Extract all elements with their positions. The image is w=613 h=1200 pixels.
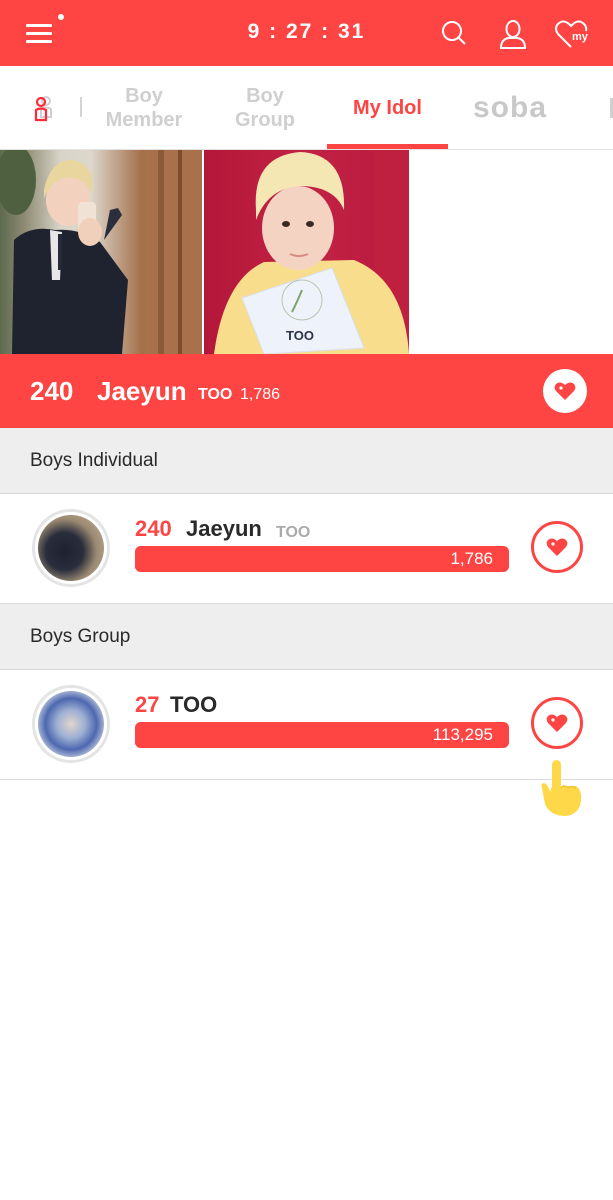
soba-logo: soba <box>472 91 548 124</box>
section-header-boys-individual: Boys Individual <box>0 428 613 494</box>
vote-progress-bar: 1,786 <box>135 546 509 572</box>
vote-heart-button[interactable] <box>531 521 583 573</box>
list-item[interactable]: 240 Jaeyun TOO 1,786 <box>0 494 613 604</box>
featured-rank: 240 <box>30 376 74 406</box>
tab-divider <box>80 97 82 117</box>
user-icon <box>499 20 527 49</box>
idol-people-icon <box>34 96 52 122</box>
photo-suit-selfie <box>0 150 202 354</box>
vote-count: 113,295 <box>432 725 493 744</box>
item-name: Jaeyun <box>186 516 262 541</box>
tab-my-idol[interactable]: My Idol <box>327 66 448 150</box>
tab-overflow-indicator <box>609 98 613 118</box>
active-tab-underline <box>327 144 448 149</box>
vote-heart-button[interactable] <box>531 697 583 749</box>
my-idol-button[interactable]: my <box>553 16 589 52</box>
my-heart-icon: my <box>555 20 589 48</box>
section-title: Boys Group <box>30 626 131 647</box>
avatar-image <box>38 691 104 757</box>
vote-count: 1,786 <box>450 549 493 568</box>
section-title: Boys Individual <box>30 450 158 471</box>
tab-boy-group[interactable]: Boy Group <box>215 66 315 150</box>
tab-idol-people[interactable] <box>22 66 62 150</box>
avatar[interactable] <box>32 685 110 763</box>
idol-photo-2[interactable]: TOO <box>204 150 409 354</box>
photo-holding-card: TOO <box>214 150 409 354</box>
item-rank: 240 <box>135 516 172 541</box>
tab-more[interactable] <box>606 66 613 150</box>
pointing-hand-icon <box>536 758 584 818</box>
featured-vote-button[interactable] <box>543 369 587 413</box>
avatar-image <box>38 515 104 581</box>
section-header-boys-group: Boys Group <box>0 604 613 670</box>
featured-group: TOO <box>198 386 233 403</box>
tab-bar: Boy Member Boy Group My Idol soba <box>0 66 613 150</box>
featured-name: Jaeyun <box>97 376 187 406</box>
featured-idol-bar[interactable]: 240 Jaeyun TOO 1,786 <box>0 354 613 428</box>
list-item[interactable]: 27 TOO 113,295 <box>0 670 613 780</box>
tab-soba[interactable]: soba <box>470 66 550 150</box>
idol-photo-banner: TOO <box>0 150 613 354</box>
svg-text:TOO: TOO <box>286 328 314 343</box>
heart-icon <box>554 382 576 400</box>
idol-photo-1[interactable] <box>0 150 202 354</box>
svg-text:my: my <box>572 31 589 43</box>
avatar[interactable] <box>32 509 110 587</box>
search-icon <box>442 21 466 45</box>
featured-votes: 1,786 <box>240 386 281 403</box>
heart-icon <box>546 714 568 732</box>
tab-boy-member[interactable]: Boy Member <box>94 66 194 150</box>
vote-progress-bar: 113,295 <box>135 722 509 748</box>
heart-icon <box>546 538 568 556</box>
item-group: TOO <box>276 524 311 541</box>
search-button[interactable] <box>436 16 472 52</box>
profile-button[interactable] <box>495 16 531 52</box>
item-rank: 27 <box>135 692 160 717</box>
item-name: TOO <box>170 692 218 717</box>
top-bar: 9 : 27 : 31 my <box>0 0 613 66</box>
